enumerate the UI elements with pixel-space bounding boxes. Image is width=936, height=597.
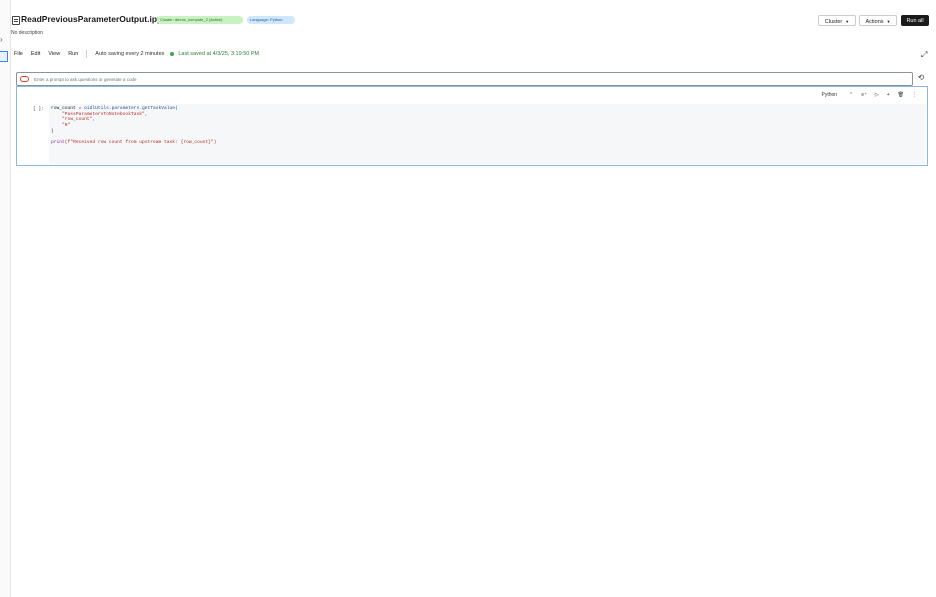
execution-count: [ ]: <box>33 107 44 112</box>
cluster-dropdown-button[interactable]: Cluster ▼ <box>818 15 856 26</box>
menu-bar: File Edit View Run Auto saving every 2 m… <box>14 50 259 58</box>
menu-view[interactable]: View <box>48 51 60 57</box>
code-token: (f"Received row count from upstream task… <box>64 140 217 146</box>
code-token: row_count = <box>51 106 85 111</box>
menu-run[interactable]: Run <box>68 51 78 57</box>
cluster-status-badge: Cluster: deeoc_compute_2 (Active) <box>157 16 243 24</box>
file-browser-icon[interactable] <box>0 51 8 62</box>
chevron-down-icon[interactable]: ⌃ <box>849 92 853 98</box>
trash-icon[interactable]: 🗑 <box>898 92 904 98</box>
ai-prompt-input[interactable] <box>34 75 904 84</box>
ai-assist-icon[interactable]: ≡⁺ <box>861 92 867 98</box>
code-token: "0" <box>62 123 71 129</box>
code-token: print <box>51 140 65 146</box>
last-saved-status: Last saved at 4/3/25, 3:19:50 PM <box>178 51 260 57</box>
prompt-history-icon[interactable]: ⟲ <box>916 73 926 83</box>
cluster-button-label: Cluster <box>824 19 843 25</box>
expand-icon[interactable]: ⤢ <box>921 51 928 59</box>
menu-edit[interactable]: Edit <box>31 51 40 57</box>
chevron-down-icon: ▼ <box>886 19 891 24</box>
cell-language-selector[interactable]: Python <box>822 92 838 98</box>
menu-file[interactable]: File <box>14 51 23 57</box>
expand-sidebar-chevron-icon[interactable]: › <box>0 36 3 44</box>
code-token: oidlUtils.parameters.getTaskValue( <box>84 106 178 111</box>
saved-status-dot-icon <box>170 52 175 56</box>
cell-toolbar: Python ⌃ ≡⁺ ▷ + 🗑 ⋮ <box>814 92 917 98</box>
code-token: "PassParametersToNotebookTask", <box>62 111 148 117</box>
code-cell[interactable]: Python ⌃ ≡⁺ ▷ + 🗑 ⋮ [ ]: row_count = oid… <box>16 86 928 166</box>
autosave-status: Auto saving every 2 minutes <box>95 51 165 57</box>
add-cell-icon[interactable]: + <box>887 92 890 98</box>
code-token: ) <box>51 128 54 134</box>
code-token: "row_count", <box>62 117 96 123</box>
actions-button-label: Actions <box>865 19 884 25</box>
ai-prompt-icon <box>20 76 29 82</box>
chevron-down-icon: ▼ <box>845 19 850 24</box>
ai-prompt-bar <box>16 72 913 86</box>
menu-divider <box>86 50 88 58</box>
code-block: row_count = oidlUtils.parameters.getTask… <box>51 106 216 146</box>
language-badge: Language: Python <box>247 16 295 24</box>
more-icon[interactable]: ⋮ <box>912 92 917 98</box>
notebook-title[interactable]: ReadPreviousParameterOutput.ipynb <box>21 14 172 24</box>
run-cell-icon[interactable]: ▷ <box>875 92 879 98</box>
actions-dropdown-button[interactable]: Actions ▼ <box>859 15 897 26</box>
code-editor[interactable]: row_count = oidlUtils.parameters.getTask… <box>49 104 925 164</box>
notebook-description[interactable]: No description <box>11 30 43 36</box>
notebook-icon <box>12 16 20 25</box>
run-all-button[interactable]: Run all <box>901 15 929 26</box>
left-rail: › <box>0 0 11 597</box>
